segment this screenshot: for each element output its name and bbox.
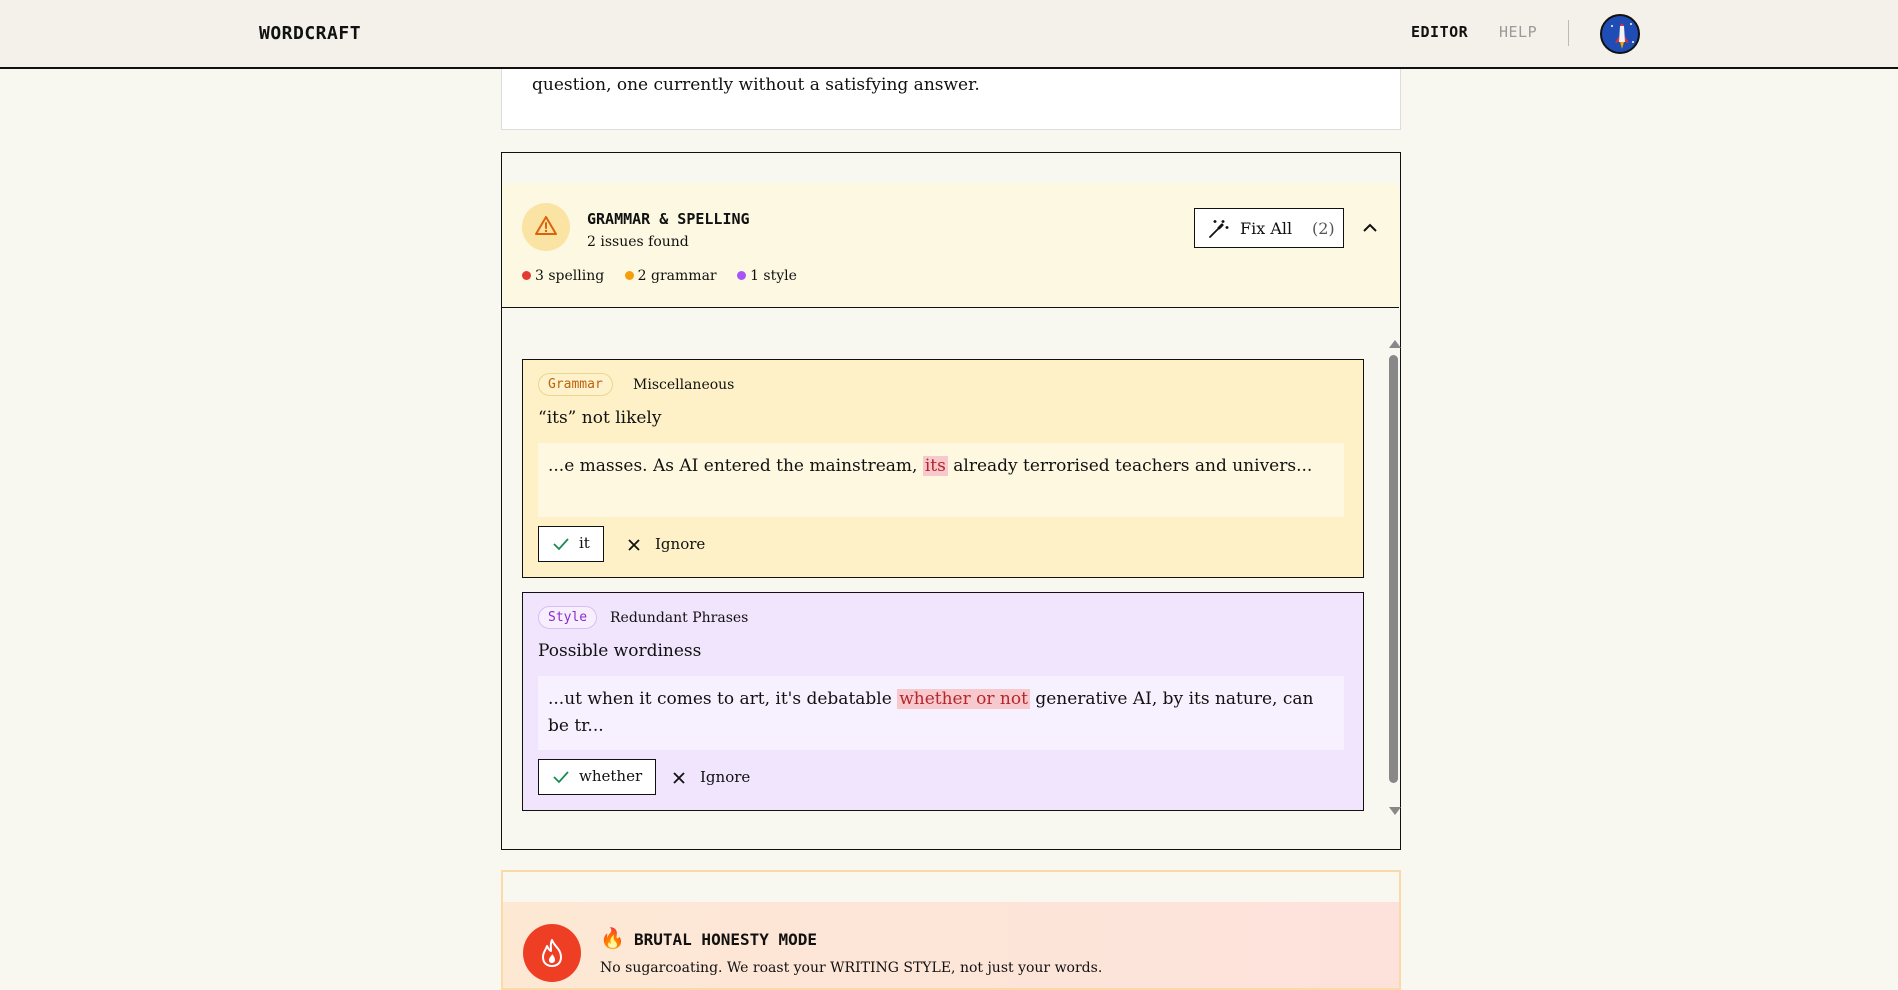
style-dot-icon <box>737 271 747 280</box>
issue-context: ...e masses. As AI entered the mainstrea… <box>538 443 1344 517</box>
collapse-panel-button[interactable] <box>1355 213 1385 243</box>
close-icon <box>628 539 640 551</box>
honesty-title: BRUTAL HONESTY MODE <box>634 930 818 949</box>
grammar-count: 2 grammar <box>624 268 717 284</box>
issue-title: “its” not likely <box>538 408 662 428</box>
ignore-label: Ignore <box>700 768 751 786</box>
flame-icon <box>542 939 562 967</box>
document-text-line: question, one currently without a satisf… <box>532 75 980 95</box>
fix-all-label: Fix All <box>1240 219 1293 238</box>
issue-context: ...ut when it comes to art, it's debatab… <box>538 676 1344 750</box>
fix-all-button[interactable]: Fix All (2) <box>1194 208 1344 248</box>
fix-all-count: (2) <box>1312 219 1335 238</box>
issue-category: Miscellaneous <box>633 377 735 393</box>
brutal-honesty-panel[interactable]: 🔥 BRUTAL HONESTY MODE No sugarcoating. W… <box>501 870 1401 990</box>
highlighted-error[interactable]: its <box>922 456 948 476</box>
scrollbar-thumb[interactable] <box>1389 355 1398 783</box>
accept-suggestion-button[interactable]: it <box>538 526 604 562</box>
grammar-spelling-panel: GRAMMAR & SPELLING 2 issues found Fix Al… <box>501 152 1401 850</box>
fire-emoji-icon: 🔥 <box>600 926 625 950</box>
highlighted-error[interactable]: whether or not <box>897 689 1030 709</box>
issues-found-count: 2 issues found <box>587 234 689 250</box>
grammar-dot-icon <box>624 271 634 280</box>
nav-editor-link[interactable]: EDITOR <box>1411 23 1468 41</box>
suggestion-label: whether <box>579 767 643 785</box>
issues-scrollbar[interactable] <box>1387 340 1401 816</box>
honesty-subtitle: No sugarcoating. We roast your WRITING S… <box>600 960 1103 976</box>
chevron-up-icon <box>1363 223 1377 232</box>
ignore-button[interactable]: Ignore <box>668 759 750 795</box>
app-logo[interactable]: WORDCRAFT <box>259 23 361 44</box>
nav-divider <box>1568 20 1569 46</box>
magic-wand-icon <box>1209 220 1229 238</box>
issue-card-grammar: Grammar Miscellaneous “its” not likely .… <box>522 359 1364 578</box>
check-icon <box>553 538 569 551</box>
nav-help-link[interactable]: HELP <box>1499 23 1537 41</box>
style-count: 1 style <box>737 268 797 284</box>
rocket-avatar-icon <box>1611 23 1634 49</box>
issue-tag-style: Style <box>538 606 598 629</box>
warning-badge <box>522 203 570 251</box>
issue-category: Redundant Phrases <box>610 610 749 626</box>
panel-title: GRAMMAR & SPELLING <box>587 210 750 228</box>
user-avatar[interactable] <box>1600 14 1640 54</box>
flame-badge <box>523 924 581 982</box>
top-navigation-bar: WORDCRAFT EDITOR HELP <box>0 0 1898 69</box>
issue-title: Possible wordiness <box>538 641 702 661</box>
ignore-button[interactable]: Ignore <box>623 526 705 562</box>
spelling-dot-icon <box>522 271 531 280</box>
spelling-count: 3 spelling <box>522 268 604 284</box>
warning-icon <box>535 216 557 235</box>
issue-card-style: Style Redundant Phrases Possible wordine… <box>522 592 1364 811</box>
check-icon <box>553 771 569 784</box>
close-icon <box>673 772 685 784</box>
grammar-panel-header: GRAMMAR & SPELLING 2 issues found Fix Al… <box>502 183 1399 308</box>
scroll-up-arrow-icon[interactable] <box>1389 340 1401 348</box>
issue-tag-grammar: Grammar <box>538 373 613 396</box>
accept-suggestion-button[interactable]: whether <box>538 759 657 795</box>
issue-type-counts: 3 spelling 2 grammar 1 style <box>522 268 813 284</box>
ignore-label: Ignore <box>655 535 706 553</box>
suggestion-label: it <box>579 534 590 552</box>
scroll-down-arrow-icon[interactable] <box>1389 807 1401 815</box>
